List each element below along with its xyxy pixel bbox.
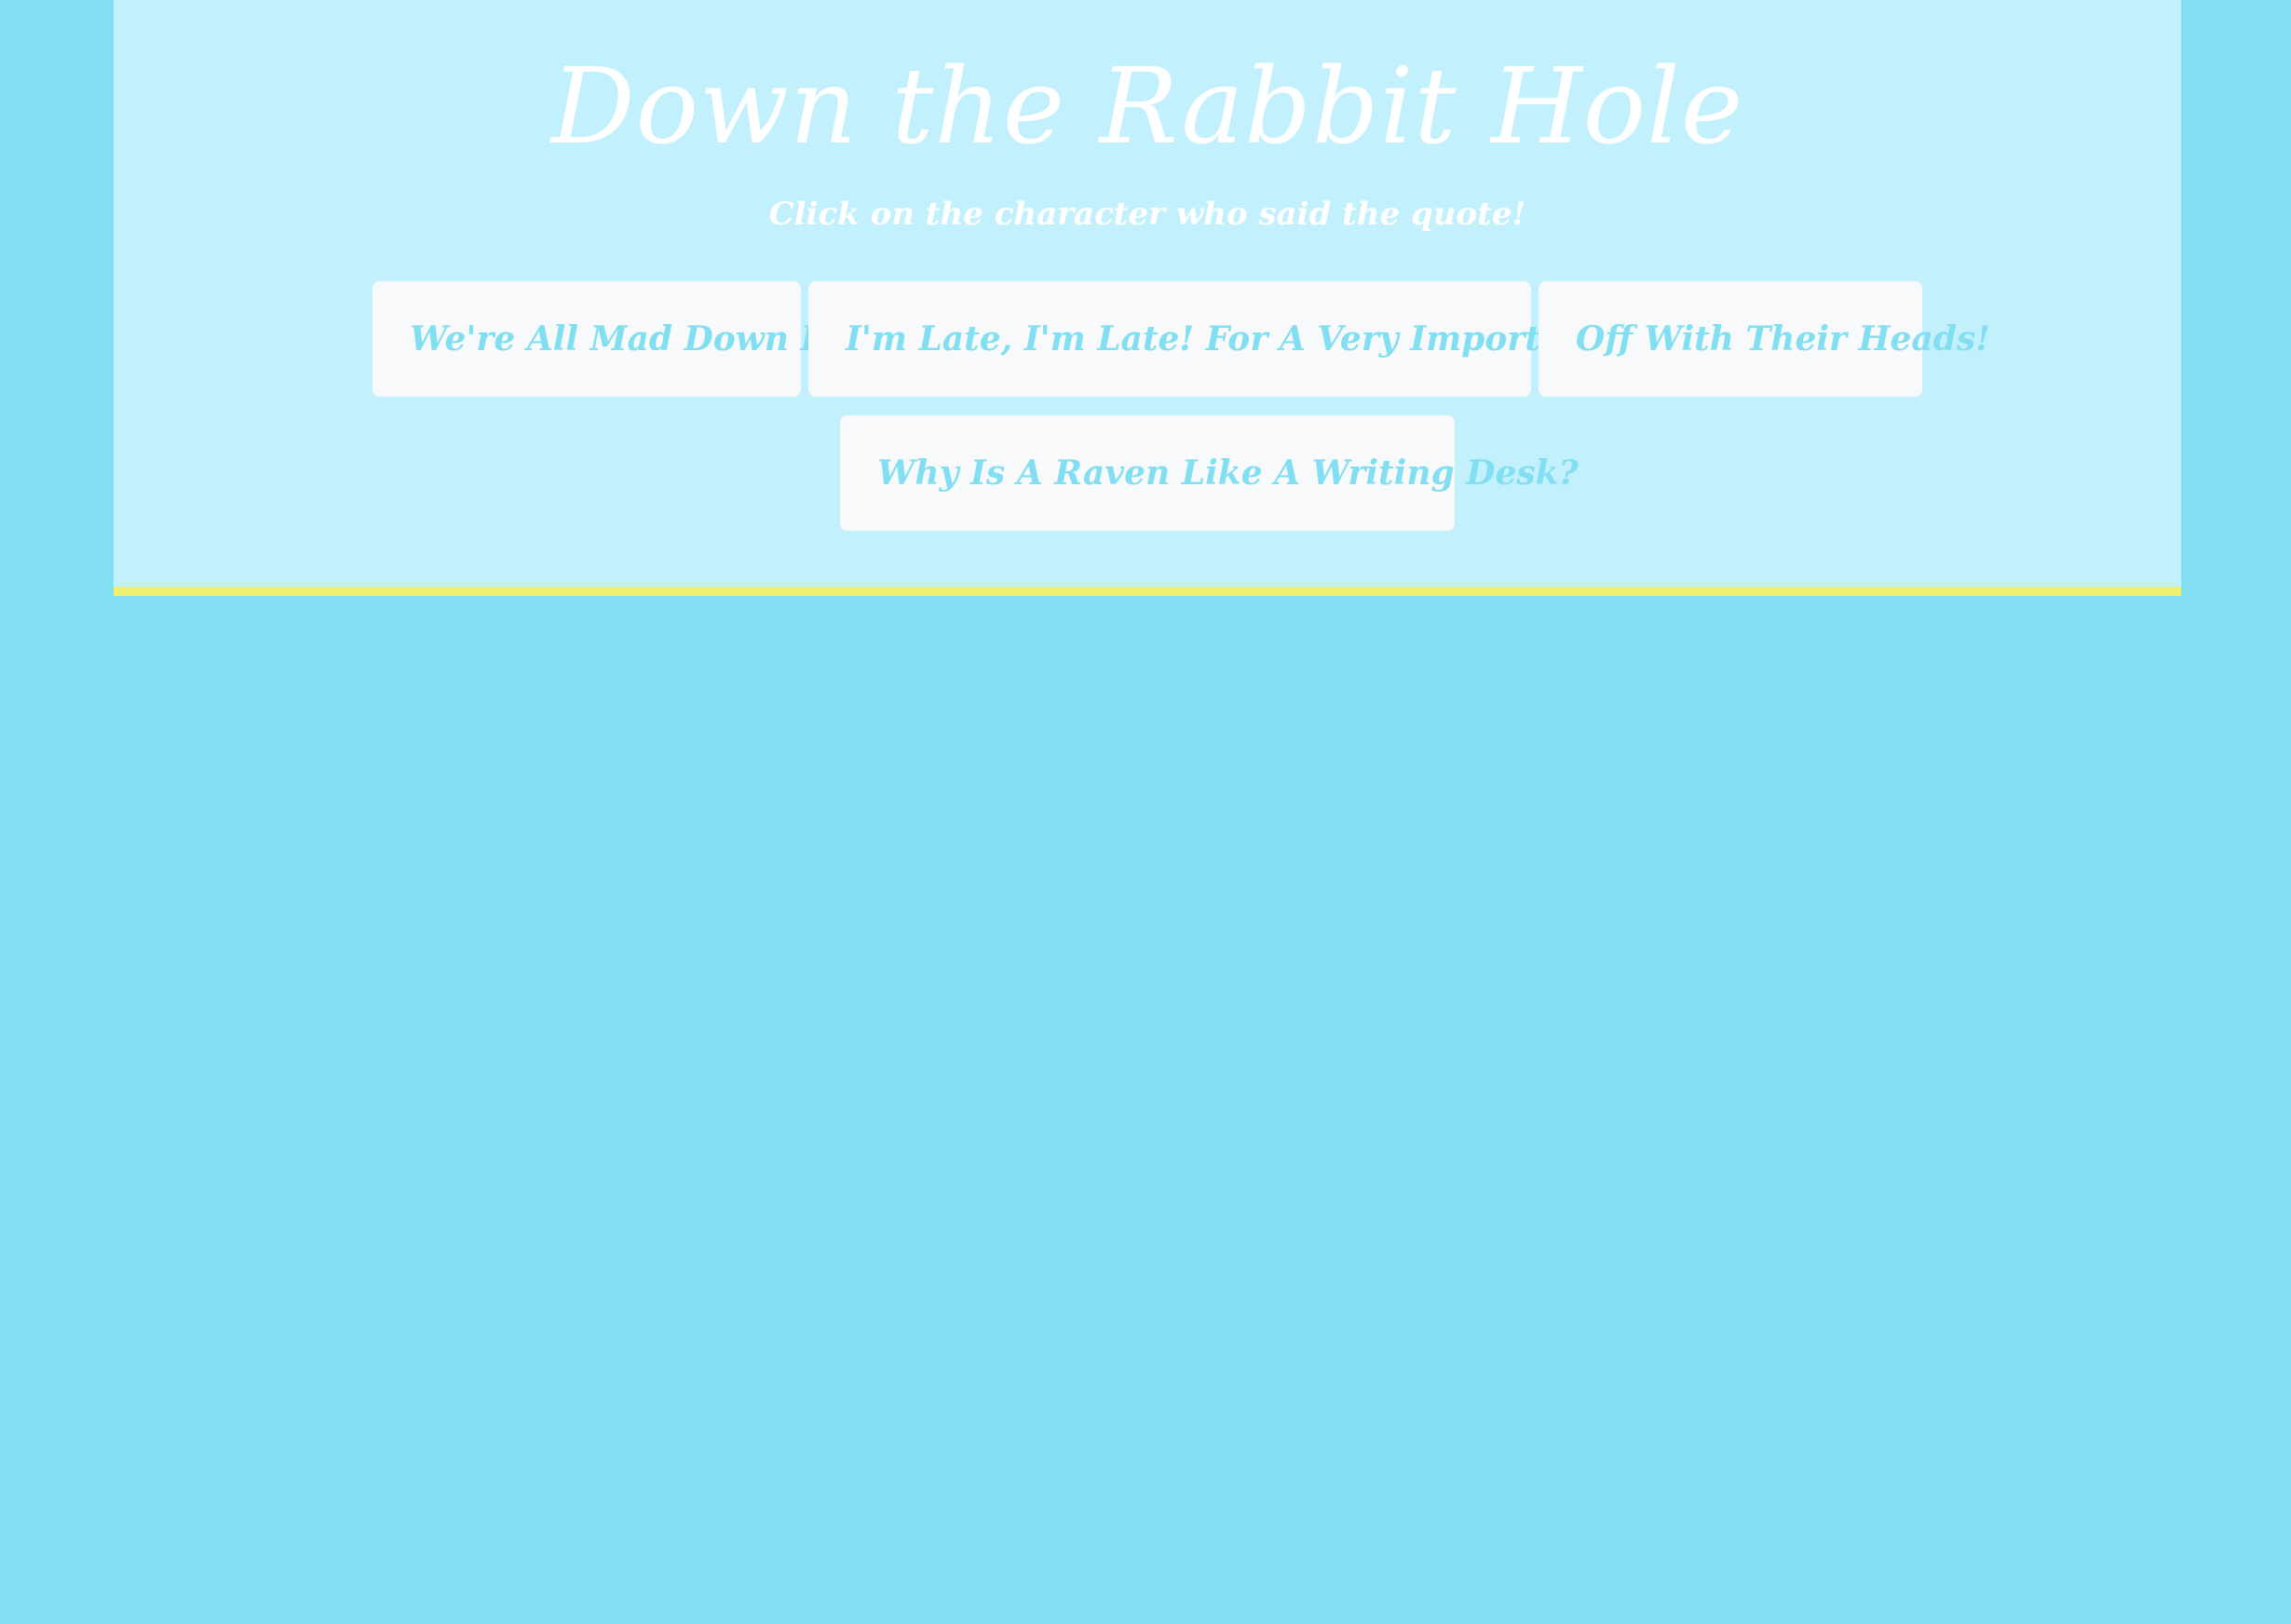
page-title: Down the Rabbit Hole xyxy=(550,47,1744,168)
quote-button-raven[interactable]: Why Is A Raven Like A Writing Desk? xyxy=(840,415,1579,531)
page-subtitle: Click on the character who said the quot… xyxy=(768,196,1526,233)
quote-button-heads[interactable]: Off With Their Heads! xyxy=(1539,281,1990,397)
quote-buttons-row: We're All Mad Down Here I'm Late, I'm La… xyxy=(114,281,2181,397)
header: Down the Rabbit Hole Click on the charac… xyxy=(114,0,2181,596)
quote-button-late[interactable]: I'm Late, I'm Late! For A Very Important… xyxy=(808,281,1716,397)
quote-buttons-row: Why Is A Raven Like A Writing Desk? xyxy=(114,415,2181,531)
quote-button-mad[interactable]: We're All Mad Down Here xyxy=(373,281,892,397)
